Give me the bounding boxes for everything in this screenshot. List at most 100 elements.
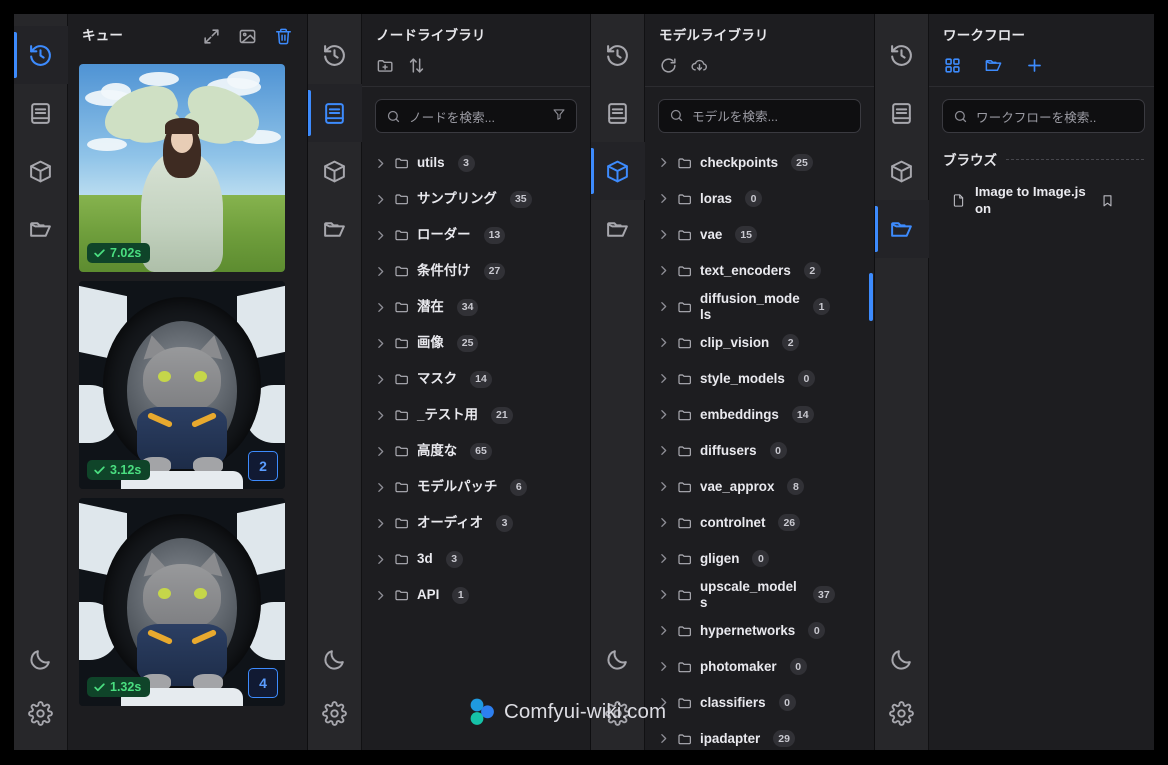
model-tree-item[interactable]: controlnet 26 [645, 505, 874, 541]
chevron-right-icon[interactable] [657, 516, 670, 529]
chevron-right-icon[interactable] [657, 552, 670, 565]
node-tree-item[interactable]: 高度な 65 [362, 433, 590, 469]
sidebar-item-workflows[interactable] [308, 200, 362, 258]
node-tree-item[interactable]: 画像 25 [362, 325, 590, 361]
sidebar-item-queue[interactable] [14, 26, 68, 84]
filter-button[interactable] [552, 107, 566, 126]
chevron-right-icon[interactable] [374, 589, 387, 602]
node-tree-item[interactable]: マスク 14 [362, 361, 590, 397]
chevron-right-icon[interactable] [657, 660, 670, 673]
sidebar-item-model-library[interactable] [308, 142, 362, 200]
sidebar-item-queue[interactable] [875, 26, 929, 84]
download-models-button[interactable] [690, 56, 709, 75]
node-tree-item[interactable]: 条件付け 27 [362, 253, 590, 289]
sidebar-item-workflows[interactable] [874, 200, 929, 258]
node-tree-item[interactable]: utils 3 [362, 145, 590, 181]
chevron-right-icon[interactable] [657, 336, 670, 349]
bookmark-button[interactable] [1100, 193, 1115, 208]
settings-button-workflow[interactable] [875, 686, 929, 740]
node-tree-item[interactable]: 潜在 34 [362, 289, 590, 325]
chevron-right-icon[interactable] [657, 408, 670, 421]
chevron-right-icon[interactable] [374, 157, 387, 170]
node-tree-item[interactable]: サンプリング 35 [362, 181, 590, 217]
model-tree-item[interactable]: vae 15 [645, 217, 874, 253]
node-tree-item[interactable]: API 1 [362, 577, 590, 613]
settings-button-model[interactable] [591, 686, 645, 740]
chevron-right-icon[interactable] [374, 553, 387, 566]
chevron-right-icon[interactable] [374, 373, 387, 386]
sidebar-item-workflows[interactable] [14, 200, 68, 258]
theme-toggle-button-queue[interactable] [14, 632, 68, 686]
sidebar-item-queue[interactable] [308, 26, 362, 84]
sidebar-item-model-library[interactable] [14, 142, 68, 200]
browse-templates-button[interactable] [943, 56, 962, 75]
chevron-right-icon[interactable] [374, 517, 387, 530]
refresh-button[interactable] [659, 56, 678, 75]
model-tree-item[interactable]: gligen 0 [645, 541, 874, 577]
model-scrollbar[interactable] [869, 272, 873, 321]
new-workflow-button[interactable] [1025, 56, 1044, 75]
model-tree-item[interactable]: embeddings 14 [645, 397, 874, 433]
queue-items-list[interactable]: 7.02s 3.12s 2 1.32s 4 [68, 58, 307, 750]
node-tree-item[interactable]: ローダー 13 [362, 217, 590, 253]
sidebar-item-model-library[interactable] [590, 142, 645, 200]
theme-toggle-button-model[interactable] [591, 632, 645, 686]
chevron-right-icon[interactable] [374, 193, 387, 206]
chevron-right-icon[interactable] [657, 264, 670, 277]
chevron-right-icon[interactable] [657, 372, 670, 385]
sidebar-item-node-library[interactable] [875, 84, 929, 142]
model-tree-item[interactable]: upscale_models 37 [645, 577, 874, 613]
chevron-right-icon[interactable] [374, 229, 387, 242]
chevron-right-icon[interactable] [374, 301, 387, 314]
chevron-right-icon[interactable] [657, 444, 670, 457]
chevron-right-icon[interactable] [657, 156, 670, 169]
node-tree-item[interactable]: _テスト用 21 [362, 397, 590, 433]
sidebar-item-queue[interactable] [591, 26, 645, 84]
queue-item[interactable]: 3.12s 2 [79, 281, 285, 489]
chevron-right-icon[interactable] [657, 300, 670, 313]
open-workflow-button[interactable] [984, 56, 1003, 75]
chevron-right-icon[interactable] [657, 192, 670, 205]
model-tree-item[interactable]: vae_approx 8 [645, 469, 874, 505]
model-search-input[interactable]: モデルを検索... [658, 98, 861, 133]
chevron-right-icon[interactable] [657, 732, 670, 745]
theme-toggle-button-node[interactable] [308, 632, 362, 686]
queue-item[interactable]: 1.32s 4 [79, 498, 285, 706]
gallery-button[interactable] [238, 27, 257, 46]
node-tree-item[interactable]: モデルパッチ 6 [362, 469, 590, 505]
model-tree-item[interactable]: hypernetworks 0 [645, 613, 874, 649]
model-tree-item[interactable]: clip_vision 2 [645, 325, 874, 361]
clear-queue-button[interactable] [274, 27, 293, 46]
expand-button[interactable] [202, 27, 221, 46]
workflow-list-item[interactable]: Image to Image.json [929, 175, 1154, 225]
model-tree-item[interactable]: classifiers 0 [645, 685, 874, 721]
chevron-right-icon[interactable] [374, 409, 387, 422]
sidebar-item-workflows[interactable] [591, 200, 645, 258]
model-tree-item[interactable]: style_models 0 [645, 361, 874, 397]
node-search-input[interactable]: ノードを検索... [375, 99, 577, 133]
node-tree-item[interactable]: 3d 3 [362, 541, 590, 577]
sort-button[interactable] [407, 56, 426, 75]
workflow-list[interactable]: Image to Image.json [929, 173, 1154, 750]
model-tree-item[interactable]: loras 0 [645, 181, 874, 217]
chevron-right-icon[interactable] [374, 337, 387, 350]
chevron-right-icon[interactable] [657, 696, 670, 709]
settings-button-queue[interactable] [14, 686, 68, 740]
model-tree-item[interactable]: photomaker 0 [645, 649, 874, 685]
sidebar-item-model-library[interactable] [875, 142, 929, 200]
sidebar-item-node-library[interactable] [591, 84, 645, 142]
chevron-right-icon[interactable] [657, 228, 670, 241]
model-tree-item[interactable]: checkpoints 25 [645, 145, 874, 181]
chevron-right-icon[interactable] [374, 265, 387, 278]
chevron-right-icon[interactable] [657, 624, 670, 637]
sidebar-item-node-library[interactable] [307, 84, 362, 142]
sidebar-item-node-library[interactable] [14, 84, 68, 142]
chevron-right-icon[interactable] [374, 481, 387, 494]
model-library-tree[interactable]: checkpoints 25 loras 0 vae 15 text_encoders… [645, 143, 874, 750]
model-tree-item[interactable]: diffusers 0 [645, 433, 874, 469]
chevron-right-icon[interactable] [657, 588, 670, 601]
node-library-tree[interactable]: utils 3 サンプリング 35 ローダー 13 条件付け 27 潜在 34 画像 25 … [362, 143, 590, 750]
settings-button-node[interactable] [308, 686, 362, 740]
theme-toggle-button-workflow[interactable] [875, 632, 929, 686]
node-tree-item[interactable]: オーディオ 3 [362, 505, 590, 541]
